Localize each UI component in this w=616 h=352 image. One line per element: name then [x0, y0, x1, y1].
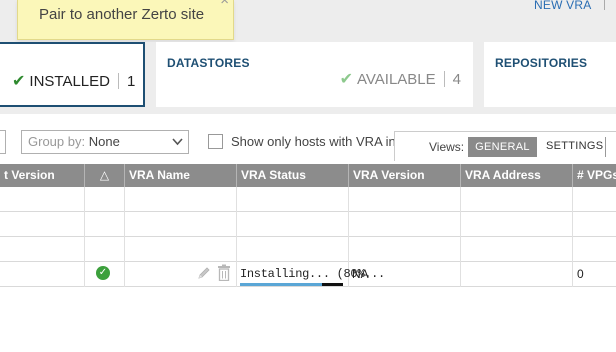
- tooltip-text[interactable]: Pair to another Zerto site: [39, 6, 204, 23]
- repositories-card[interactable]: REPOSITORIES: [484, 42, 616, 107]
- close-icon[interactable]: ×: [220, 0, 229, 8]
- column-divider: [124, 187, 125, 287]
- group-by-label: Group by:: [28, 134, 86, 149]
- table-row[interactable]: [0, 212, 616, 237]
- installed-card[interactable]: ✔ INSTALLED 1: [0, 42, 145, 107]
- trash-icon[interactable]: [217, 264, 231, 282]
- group-by-select[interactable]: Group by: None: [21, 130, 189, 154]
- datastores-card[interactable]: DATASTORES ✔ AVAILABLE 4: [156, 42, 473, 107]
- check-icon: ✔: [12, 73, 26, 90]
- repositories-title: REPOSITORIES: [495, 56, 588, 70]
- check-icon: ✔: [339, 71, 353, 88]
- column-vra-version[interactable]: VRA Version: [348, 164, 460, 187]
- views-label: Views:: [429, 140, 465, 154]
- available-count: 4: [452, 70, 461, 88]
- vpgs-cell: 0: [577, 267, 584, 281]
- datastores-title: DATASTORES: [167, 56, 250, 70]
- summary-cards: ✔ INSTALLED 1 DATASTORES ✔ AVAILABLE 4 R…: [0, 42, 616, 114]
- header-divider: [604, 0, 605, 10]
- pencil-icon[interactable]: [196, 265, 212, 281]
- installed-status: ✔ INSTALLED 1: [12, 71, 135, 91]
- column-divider: [236, 187, 237, 287]
- divider: [118, 73, 119, 89]
- views-divider: [605, 137, 606, 157]
- progress-fill: [240, 283, 323, 286]
- search-input[interactable]: [0, 130, 6, 154]
- pair-tooltip: Pair to another Zerto site ×: [17, 0, 234, 40]
- vra-install-progress: [240, 283, 343, 286]
- column-divider: [460, 187, 461, 287]
- divider: [443, 71, 445, 87]
- available-label: AVAILABLE: [357, 70, 436, 88]
- table-header: t Version △ VRA Name VRA Status VRA Vers…: [0, 164, 616, 187]
- check-circle-icon: ✓: [96, 266, 110, 280]
- column-vpgs[interactable]: # VPGs: [572, 164, 616, 187]
- column-host-version[interactable]: t Version: [0, 164, 84, 187]
- column-vra-address[interactable]: VRA Address: [460, 164, 572, 187]
- column-vra-status[interactable]: VRA Status: [236, 164, 348, 187]
- new-vra-link[interactable]: NEW VRA: [534, 0, 591, 12]
- group-by-value: None: [88, 134, 120, 149]
- column-alerts[interactable]: △: [84, 164, 124, 187]
- column-divider: [84, 187, 85, 287]
- vra-version-cell: NA: [352, 267, 369, 281]
- chevron-down-icon: [172, 131, 183, 160]
- table-row[interactable]: [0, 237, 616, 262]
- column-vra-name[interactable]: VRA Name: [124, 164, 236, 187]
- available-status: ✔ AVAILABLE 4: [340, 69, 461, 89]
- installed-count: 1: [127, 72, 136, 90]
- view-settings-tab[interactable]: SETTINGS: [546, 140, 603, 152]
- view-general-tab[interactable]: GENERAL: [468, 137, 537, 157]
- installed-label: INSTALLED: [29, 72, 110, 90]
- show-only-installed-checkbox[interactable]: [208, 134, 223, 149]
- table-row[interactable]: [0, 187, 616, 212]
- column-divider: [572, 187, 573, 287]
